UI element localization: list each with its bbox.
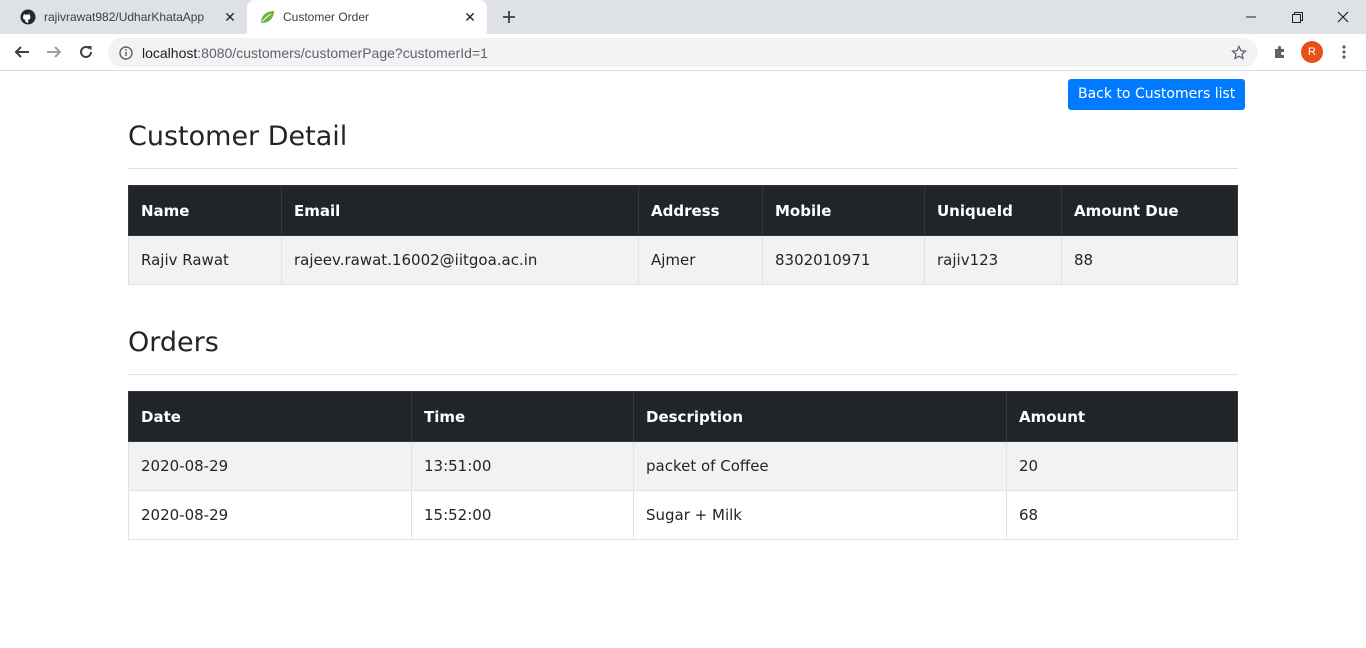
url-text: localhost:8080/customers/customerPage?cu…	[142, 45, 488, 61]
close-icon	[1337, 11, 1349, 23]
table-row: 2020-08-29 15:52:00 Sugar + Milk 68	[128, 490, 1238, 540]
new-tab-button[interactable]	[497, 5, 521, 29]
orders-heading: Orders	[128, 327, 219, 358]
column-header-uniqueid: UniqueId	[924, 185, 1062, 236]
arrow-right-icon	[47, 46, 62, 58]
github-icon	[20, 9, 36, 25]
bookmark-star-icon[interactable]	[1230, 44, 1248, 62]
table-row: 2020-08-29 13:51:00 packet of Coffee 20	[128, 441, 1238, 491]
customer-uniqueid-cell: rajiv123	[924, 235, 1062, 285]
reload-icon	[80, 45, 92, 58]
profile-avatar[interactable]: R	[1301, 41, 1323, 63]
customer-detail-heading: Customer Detail	[128, 121, 348, 152]
column-header-amount-due: Amount Due	[1061, 185, 1238, 236]
order-description-cell: packet of Coffee	[633, 441, 1007, 491]
restore-window-button[interactable]	[1274, 0, 1320, 34]
address-bar[interactable]: localhost:8080/customers/customerPage?cu…	[108, 38, 1258, 67]
column-header-time: Time	[411, 391, 634, 442]
tab-title: Customer Order	[283, 10, 370, 24]
orders-table-header-row: Date Time Description Amount	[128, 391, 1238, 442]
close-tab-icon[interactable]: ✕	[221, 8, 239, 26]
order-time-cell: 15:52:00	[411, 490, 634, 540]
info-icon[interactable]	[118, 45, 134, 61]
browser-tab-strip: rajivrawat982/UdharKhataApp ✕ Customer O…	[0, 0, 1366, 34]
customer-address-cell: Ajmer	[638, 235, 763, 285]
divider	[128, 168, 1238, 169]
url-path: :8080/customers/customerPage?customerId=…	[197, 44, 488, 61]
customer-detail-section: Customer Detail Name Email Address Mobil…	[128, 121, 1238, 285]
customer-amount-due-cell: 88	[1061, 235, 1238, 285]
customer-table-header-row: Name Email Address Mobile UniqueId Amoun…	[128, 185, 1238, 236]
url-host: localhost	[142, 44, 198, 61]
column-header-address: Address	[638, 185, 763, 236]
orders-table: Date Time Description Amount 2020-08-29 …	[128, 391, 1238, 540]
arrow-left-icon	[14, 46, 29, 58]
orders-section: Orders Date Time Description Amount 2020…	[128, 327, 1238, 540]
restore-icon	[1291, 11, 1303, 23]
extensions-puzzle-icon[interactable]	[1270, 42, 1290, 62]
reload-button[interactable]	[73, 39, 99, 65]
order-amount-cell: 20	[1006, 441, 1238, 491]
order-date-cell: 2020-08-29	[128, 441, 412, 491]
column-header-description: Description	[633, 391, 1007, 442]
column-header-amount: Amount	[1006, 391, 1238, 442]
column-header-date: Date	[128, 391, 412, 442]
spring-leaf-icon	[259, 9, 275, 25]
tab-github[interactable]: rajivrawat982/UdharKhataApp ✕	[0, 0, 247, 34]
kebab-menu-icon[interactable]	[1335, 42, 1353, 62]
minimize-window-button[interactable]	[1228, 0, 1274, 34]
order-date-cell: 2020-08-29	[128, 490, 412, 540]
column-header-name: Name	[128, 185, 282, 236]
customer-mobile-cell: 8302010971	[762, 235, 925, 285]
tab-customer-order[interactable]: Customer Order ✕	[247, 0, 487, 34]
plus-icon	[503, 11, 515, 23]
column-header-mobile: Mobile	[762, 185, 925, 236]
customer-name-cell: Rajiv Rawat	[128, 235, 282, 285]
customer-email-cell: rajeev.rawat.16002@iitgoa.ac.in	[281, 235, 639, 285]
order-description-cell: Sugar + Milk	[633, 490, 1007, 540]
divider	[128, 374, 1238, 375]
back-button[interactable]	[9, 39, 35, 65]
order-amount-cell: 68	[1006, 490, 1238, 540]
close-tab-icon[interactable]: ✕	[461, 8, 479, 26]
minimize-icon	[1246, 16, 1256, 18]
back-to-customers-button[interactable]: Back to Customers list	[1068, 79, 1246, 110]
tab-title: rajivrawat982/UdharKhataApp	[44, 10, 205, 24]
close-window-button[interactable]	[1320, 0, 1366, 34]
browser-toolbar: localhost:8080/customers/customerPage?cu…	[0, 34, 1366, 71]
forward-button[interactable]	[41, 39, 67, 65]
column-header-email: Email	[281, 185, 639, 236]
table-row: Rajiv Rawat rajeev.rawat.16002@iitgoa.ac…	[128, 235, 1238, 285]
page-content: Back to Customers list Customer Detail N…	[0, 71, 1366, 648]
customer-table: Name Email Address Mobile UniqueId Amoun…	[128, 185, 1238, 285]
order-time-cell: 13:51:00	[411, 441, 634, 491]
